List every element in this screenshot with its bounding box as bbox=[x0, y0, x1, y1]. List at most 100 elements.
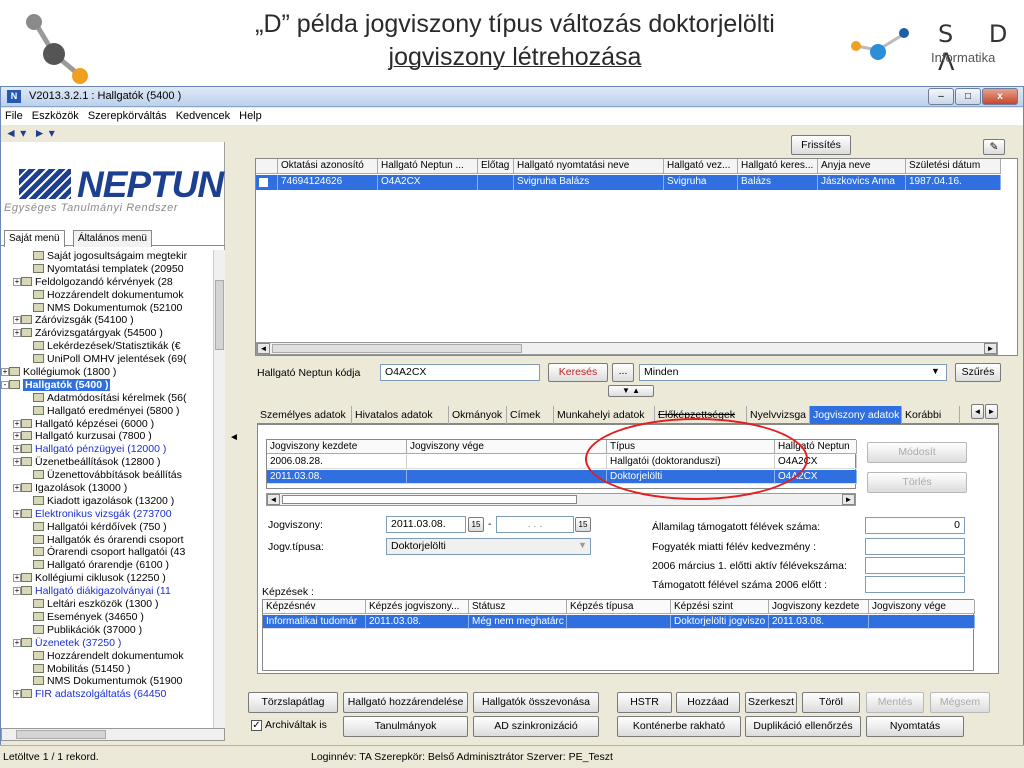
action-kont-nerbe-rakhat--button[interactable]: Konténerbe rakható bbox=[617, 716, 741, 737]
maximize-button[interactable]: □ bbox=[955, 88, 981, 105]
jogviszony-scroll-left-icon[interactable]: ◄ bbox=[267, 494, 280, 505]
marcius-input[interactable] bbox=[865, 557, 965, 574]
tree-expand-icon[interactable]: + bbox=[13, 445, 21, 454]
action-ment-s-button[interactable]: Mentés bbox=[866, 692, 924, 713]
tree-collapse-icon[interactable]: + bbox=[1, 368, 9, 377]
action-duplik-ci-ellen-rz-s-button[interactable]: Duplikáció ellenőrzés bbox=[745, 716, 861, 737]
jogviszony-scroll-thumb[interactable] bbox=[282, 495, 577, 504]
action-hallgat-k-sszevon-sa-button[interactable]: Hallgatók összevonása bbox=[473, 692, 599, 713]
action-tanulm-nyok-button[interactable]: Tanulmányok bbox=[343, 716, 468, 737]
tab-hivatalos-adatok[interactable]: Hivatalos adatok bbox=[352, 406, 449, 424]
tree-hscrollbar[interactable] bbox=[1, 728, 225, 741]
grid-header-cell[interactable]: Anyja neve bbox=[818, 159, 906, 174]
tree-expand-icon[interactable]: + bbox=[13, 587, 21, 596]
grid-scroll-thumb[interactable] bbox=[272, 344, 522, 353]
tree-item[interactable]: Lekérdezések/Statisztikák (€ bbox=[1, 340, 213, 353]
kepzes-cell[interactable] bbox=[869, 615, 975, 629]
fogyatek-input[interactable] bbox=[865, 538, 965, 555]
kepzes-header-cell[interactable]: Státusz bbox=[469, 600, 567, 614]
tree-item[interactable]: Hallgató órarendje (6100 ) bbox=[1, 559, 213, 572]
tree-item[interactable]: + Hallgató diákigazolványai (11 bbox=[1, 585, 213, 598]
action-t-rzslap-tlag-button[interactable]: Törzslapátlag bbox=[248, 692, 338, 713]
tree-item[interactable]: Üzenettovábbítások beállítás bbox=[1, 469, 213, 482]
tree-item[interactable]: Kiadott igazolások (13200 ) bbox=[1, 495, 213, 508]
kepzes-cell[interactable]: Még nem meghatárc bbox=[469, 615, 567, 629]
jogviszony-cell[interactable] bbox=[407, 455, 607, 469]
grid-cell[interactable]: Balázs bbox=[738, 175, 818, 190]
allami-input[interactable]: 0 bbox=[865, 517, 965, 534]
archive-checkbox[interactable]: ✓ bbox=[251, 720, 262, 731]
tree-hscroll-thumb[interactable] bbox=[16, 730, 106, 739]
kepzes-header-cell[interactable]: Képzés típusa bbox=[567, 600, 671, 614]
tree-item[interactable]: Leltári eszközök (1300 ) bbox=[1, 598, 213, 611]
filter-dropdown-arrow-icon[interactable]: ▼ bbox=[931, 366, 940, 376]
tab-kor-bbi[interactable]: Korábbi bbox=[902, 406, 960, 424]
calendar-from-icon[interactable]: 15 bbox=[468, 517, 484, 532]
grid-header-cell[interactable]: Hallgató vez... bbox=[664, 159, 738, 174]
row-checkbox[interactable] bbox=[259, 178, 268, 187]
tree-item[interactable]: Események (34650 ) bbox=[1, 611, 213, 624]
tree-item[interactable]: + Hallgató pénzügyei (12000 ) bbox=[1, 443, 213, 456]
tree-item[interactable]: + Igazolások (13000 ) bbox=[1, 482, 213, 495]
tab-munkahelyi-adatok[interactable]: Munkahelyi adatok bbox=[554, 406, 655, 424]
tree-item[interactable]: + Kollégiumok (1800 ) bbox=[1, 366, 213, 379]
tree-item[interactable]: NMS Dokumentumok (51900 bbox=[1, 675, 213, 688]
action-ad-szinkroniz-ci--button[interactable]: AD szinkronizáció bbox=[473, 716, 599, 737]
menu-file[interactable]: File bbox=[1, 108, 28, 122]
kepzes-header-cell[interactable]: Jogviszony kezdete bbox=[769, 600, 869, 614]
grid-cell[interactable]: Svigruha bbox=[664, 175, 738, 190]
grid-header-cell[interactable]: Oktatási azonosító bbox=[278, 159, 378, 174]
tree-item[interactable]: + Üzenetek (37250 ) bbox=[1, 637, 213, 650]
tree-item[interactable]: + Hallgató kurzusai (7800 ) bbox=[1, 430, 213, 443]
tree-item[interactable]: Hallgató eredményei (5800 ) bbox=[1, 405, 213, 418]
filter-button[interactable]: Szűrés bbox=[955, 363, 1001, 382]
kepzes-header-cell[interactable]: Képzés jogviszony... bbox=[366, 600, 469, 614]
menu-kedvencek[interactable]: Kedvencek bbox=[172, 108, 235, 122]
menu-help[interactable]: Help bbox=[235, 108, 267, 122]
jogviszony-header-cell[interactable]: Jogviszony vége bbox=[407, 440, 607, 454]
grid-cell[interactable]: 1987.04.16. bbox=[906, 175, 1001, 190]
tab-c-mek[interactable]: Címek bbox=[507, 406, 554, 424]
tab-jogviszony-adatok[interactable]: Jogviszony adatok bbox=[810, 406, 902, 424]
action-nyomtat-s-button[interactable]: Nyomtatás bbox=[866, 716, 964, 737]
kepzes-cell[interactable]: 2011.03.08. bbox=[366, 615, 469, 629]
type-select[interactable]: Doktorjelölti bbox=[386, 538, 591, 555]
tree-item[interactable]: + Záróvizsgák (54100 ) bbox=[1, 314, 213, 327]
tree-expand-icon[interactable]: + bbox=[13, 277, 21, 286]
action-hallgat-hozz-rendel-se-button[interactable]: Hallgató hozzárendelése bbox=[343, 692, 468, 713]
tree-item[interactable]: + Üzenetbeállítások (12800 ) bbox=[1, 456, 213, 469]
grid-cell[interactable] bbox=[478, 175, 514, 190]
menu-szerepkorvaltas[interactable]: Szerepkörváltás bbox=[84, 108, 172, 122]
jogviszony-to-input[interactable]: . . . bbox=[496, 516, 574, 533]
tree-item[interactable]: Nyomtatási templatek (20950 bbox=[1, 263, 213, 276]
grid-header-cell[interactable]: Hallgató Neptun ... bbox=[378, 159, 478, 174]
jogviszony-cell[interactable]: 2006.08.28. bbox=[267, 455, 407, 469]
minimize-button[interactable]: – bbox=[928, 88, 954, 105]
tree-expand-icon[interactable]: + bbox=[13, 458, 21, 467]
jogviszony-cell[interactable]: 2011.03.08. bbox=[267, 470, 407, 484]
splitter-toggle[interactable]: ▼ ▲ bbox=[608, 385, 654, 397]
tree-scroll-thumb[interactable] bbox=[215, 280, 224, 350]
tree-expand-icon[interactable]: + bbox=[13, 316, 21, 325]
modify-button[interactable]: Módosít bbox=[867, 442, 967, 463]
kepzes-header-cell[interactable]: Képzésnév bbox=[263, 600, 366, 614]
tree-item[interactable]: + Kollégiumi ciklusok (12250 ) bbox=[1, 572, 213, 585]
tab-okm-nyok[interactable]: Okmányok bbox=[449, 406, 507, 424]
grid-header-cell[interactable]: Hallgató nyomtatási neve bbox=[514, 159, 664, 174]
grid-header-cell[interactable]: Születési dátum bbox=[906, 159, 1001, 174]
grid-cell[interactable]: 74694124626 bbox=[278, 175, 378, 190]
menu-eszkozok[interactable]: Eszközök bbox=[28, 108, 84, 122]
search-button[interactable]: Keresés bbox=[548, 363, 608, 382]
action-szerkeszt-button[interactable]: Szerkeszt bbox=[745, 692, 797, 713]
jogviszony-header-cell[interactable]: Jogviszony kezdete bbox=[267, 440, 407, 454]
jogviszony-scroll-right-icon[interactable]: ► bbox=[842, 494, 855, 505]
grid-row-checkbox[interactable] bbox=[256, 175, 278, 190]
kepzes-cell[interactable]: 2011.03.08. bbox=[769, 615, 869, 629]
kepzes-header-cell[interactable]: Jogviszony vége bbox=[869, 600, 975, 614]
tree-item[interactable]: + Hallgató képzései (6000 ) bbox=[1, 418, 213, 431]
tree-item[interactable]: Hozzárendelt dokumentumok bbox=[1, 289, 213, 302]
tree-item[interactable]: Hozzárendelt dokumentumok bbox=[1, 650, 213, 663]
back-button[interactable]: ◄ ▾ bbox=[5, 126, 26, 140]
kepzes-cell[interactable]: Informatikai tudomár bbox=[263, 615, 366, 629]
tamogatott-input[interactable] bbox=[865, 576, 965, 593]
